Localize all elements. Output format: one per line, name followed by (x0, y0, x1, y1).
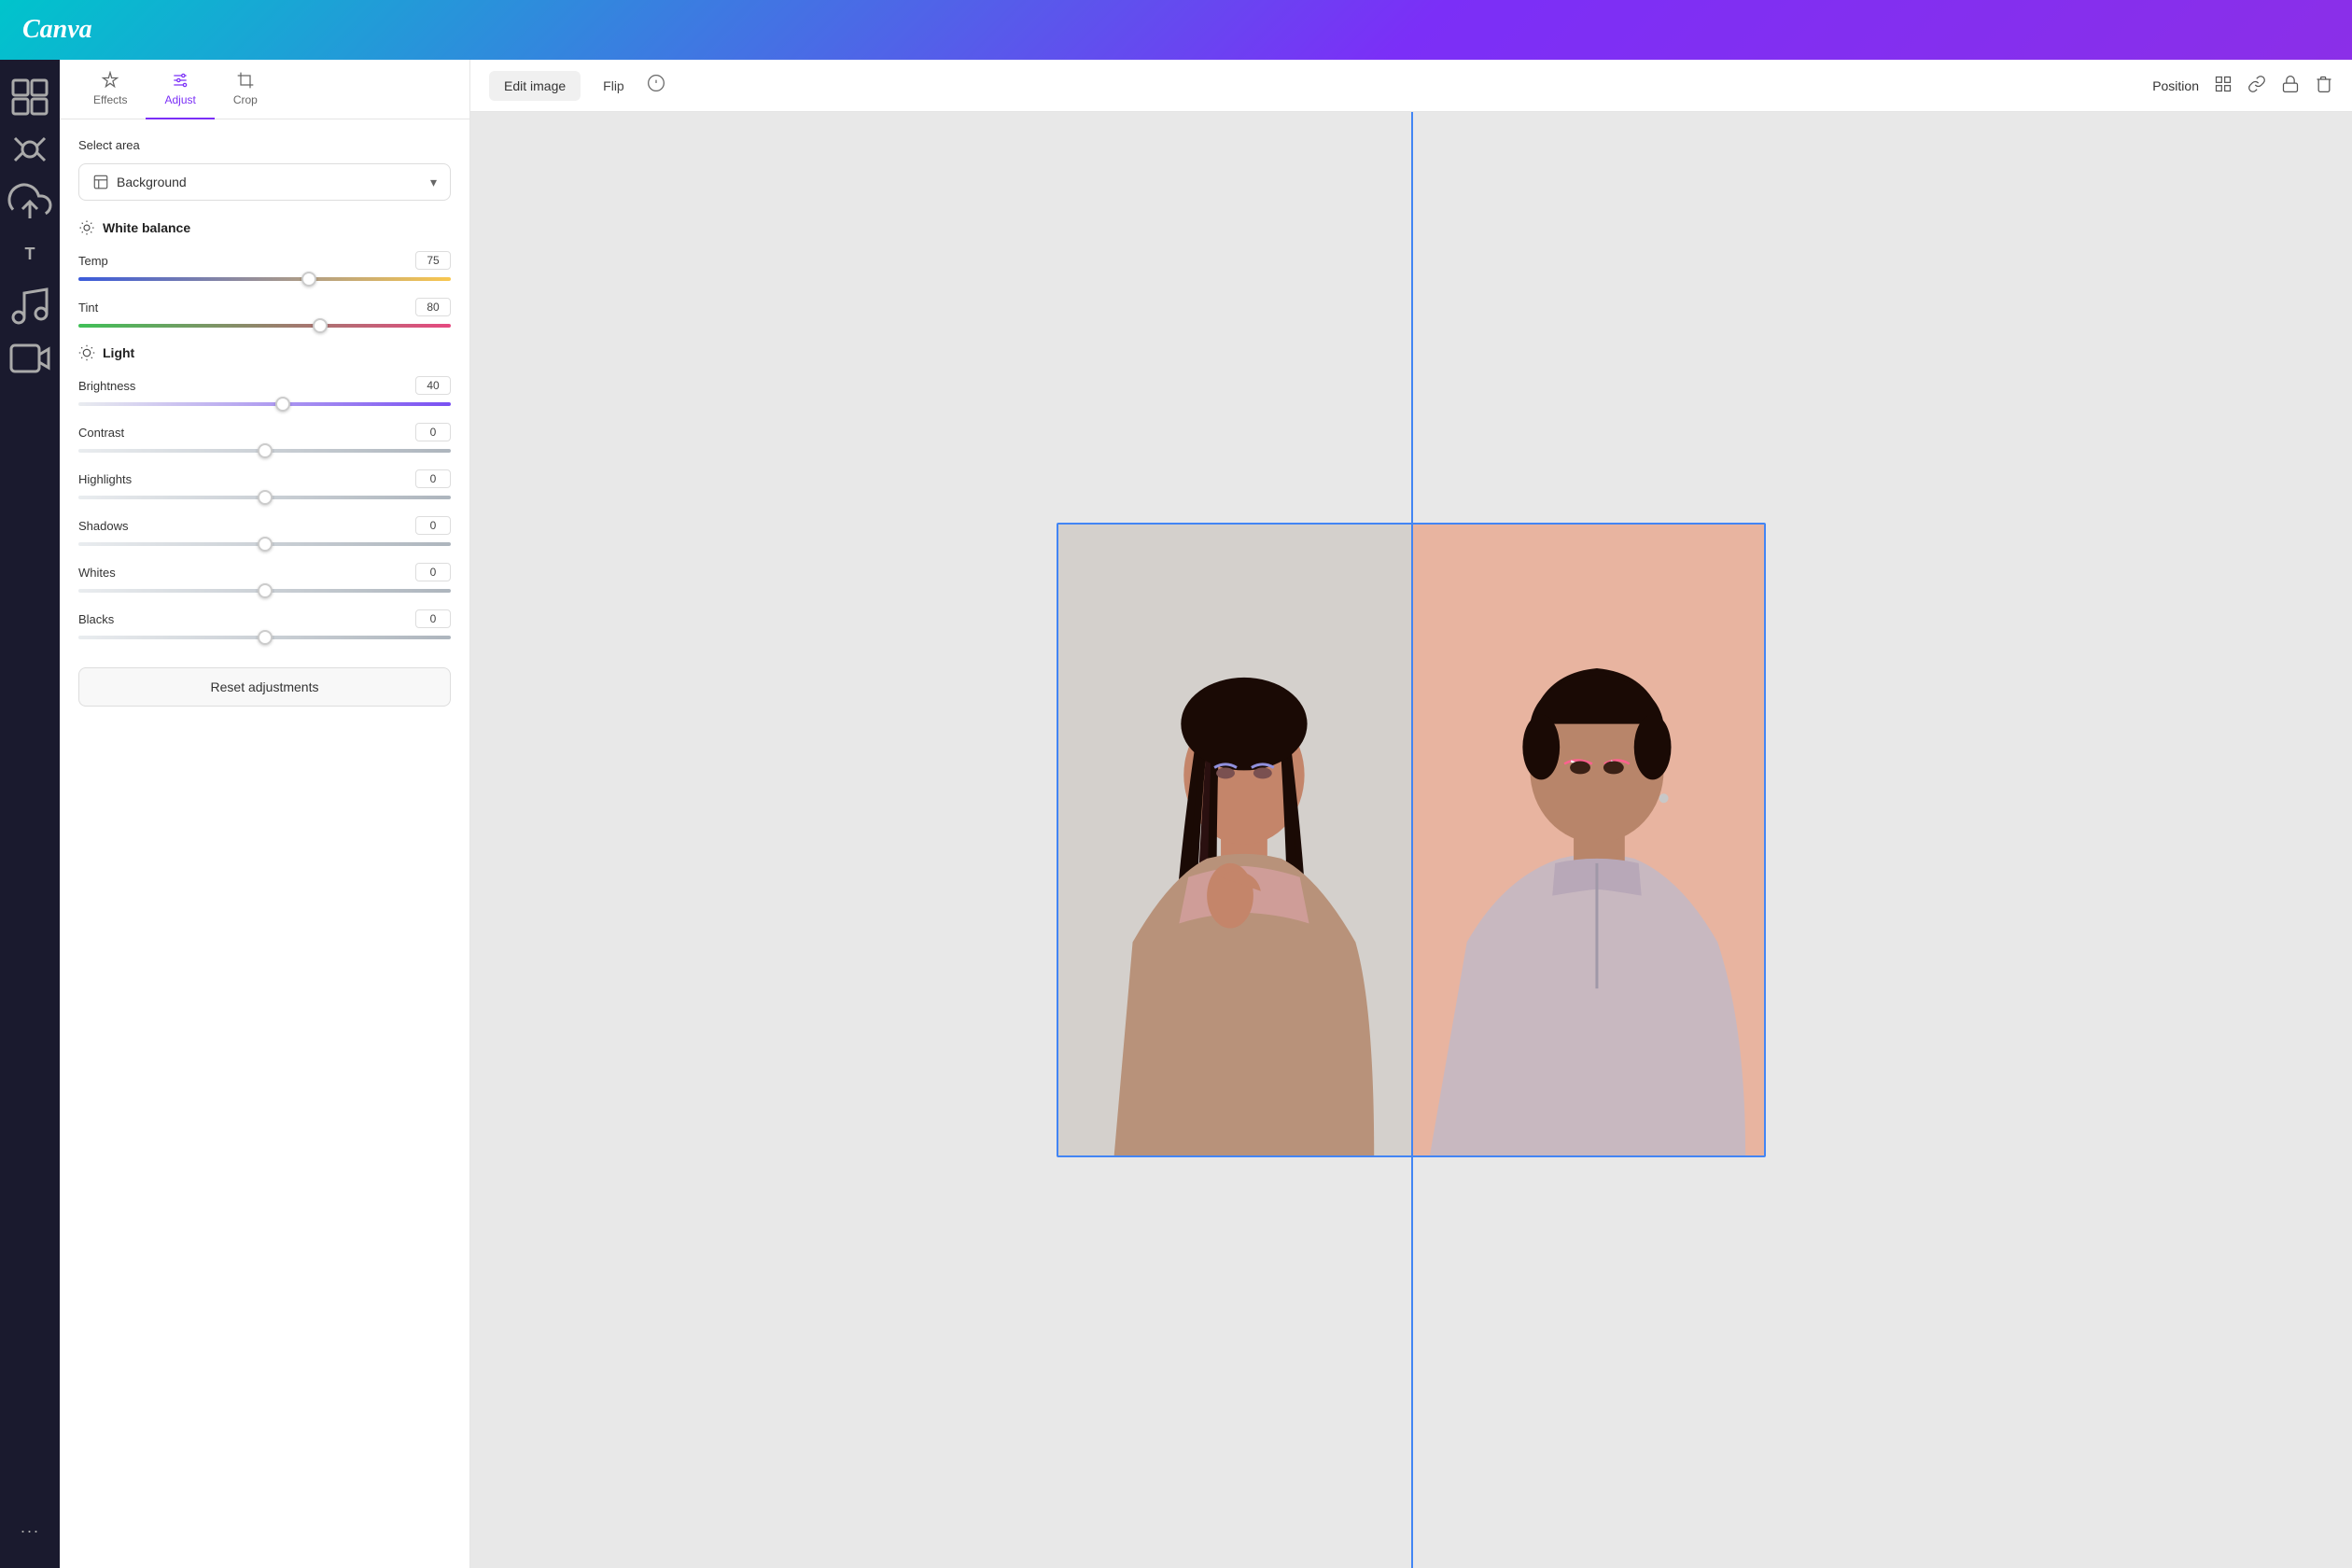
panel-content: Select area Background ▾ White balance T… (60, 119, 469, 1568)
highlights-slider-row: Highlights 0 (78, 469, 451, 499)
temp-slider[interactable] (78, 277, 451, 281)
whites-thumb[interactable] (258, 583, 273, 598)
highlights-value: 0 (415, 469, 451, 488)
temp-label: Temp (78, 254, 108, 268)
tab-bar: Effects Adjust Crop (60, 60, 469, 119)
canva-logo: Canva (22, 15, 92, 45)
contrast-thumb[interactable] (258, 443, 273, 458)
toolbar-right: Position (2152, 75, 2333, 96)
temp-slider-row: Temp 75 (78, 251, 451, 281)
link-icon[interactable] (2247, 75, 2266, 96)
grid-icon[interactable] (2214, 75, 2233, 96)
highlights-label: Highlights (78, 472, 132, 486)
blacks-label: Blacks (78, 612, 114, 626)
shadows-value: 0 (415, 516, 451, 535)
position-label: Position (2152, 78, 2199, 93)
image-left-panel (1058, 525, 1411, 1155)
shadows-label: Shadows (78, 519, 128, 533)
blacks-value: 0 (415, 609, 451, 628)
reset-adjustments-button[interactable]: Reset adjustments (78, 667, 451, 707)
light-heading: Light (78, 344, 451, 361)
sidebar-item-upload[interactable] (7, 179, 52, 224)
edit-image-button[interactable]: Edit image (489, 71, 581, 101)
shadows-thumb[interactable] (258, 537, 273, 552)
canvas-area (470, 112, 2352, 1568)
contrast-slider-row: Contrast 0 (78, 423, 451, 453)
sidebar-item-elements[interactable] (7, 127, 52, 172)
whites-slider-row: Whites 0 (78, 563, 451, 593)
image-right-panel (1411, 525, 1764, 1155)
contrast-label: Contrast (78, 426, 124, 440)
tab-crop[interactable]: Crop (215, 60, 276, 119)
main-layout: T ··· Effects Adjust Crop (0, 60, 2352, 1568)
whites-label: Whites (78, 566, 116, 580)
brightness-value: 40 (415, 376, 451, 395)
whites-value: 0 (415, 563, 451, 581)
blacks-slider[interactable] (78, 636, 451, 639)
lock-icon[interactable] (2281, 75, 2300, 96)
brightness-label: Brightness (78, 379, 135, 393)
blacks-slider-row: Blacks 0 (78, 609, 451, 639)
right-area: Edit image Flip Position (470, 60, 2352, 1568)
sidebar-item-video[interactable] (7, 336, 52, 381)
flip-button[interactable]: Flip (592, 71, 636, 101)
image-divider (1411, 523, 1413, 1157)
temp-value: 75 (415, 251, 451, 270)
shadows-slider[interactable] (78, 542, 451, 546)
tint-slider-row: Tint 80 (78, 298, 451, 328)
tab-adjust[interactable]: Adjust (146, 60, 214, 119)
sidebar-item-text[interactable]: T (7, 231, 52, 276)
white-balance-heading: White balance (78, 219, 451, 236)
brightness-slider-row: Brightness 40 (78, 376, 451, 406)
trash-icon[interactable] (2315, 75, 2333, 96)
shadows-slider-row: Shadows 0 (78, 516, 451, 546)
sidebar-item-more[interactable]: ··· (7, 1508, 52, 1553)
top-toolbar: Edit image Flip Position (470, 60, 2352, 112)
contrast-slider[interactable] (78, 449, 451, 453)
blacks-thumb[interactable] (258, 630, 273, 645)
brightness-slider[interactable] (78, 402, 451, 406)
highlights-thumb[interactable] (258, 490, 273, 505)
temp-thumb[interactable] (301, 272, 316, 287)
tint-label: Tint (78, 301, 98, 315)
side-panel: Effects Adjust Crop Select area Backgrou… (60, 60, 470, 1568)
tint-slider[interactable] (78, 324, 451, 328)
whites-slider[interactable] (78, 589, 451, 593)
sidebar-item-music[interactable] (7, 284, 52, 329)
header: Canva (0, 0, 2352, 60)
select-area-dropdown[interactable]: Background ▾ (78, 163, 451, 201)
tab-effects[interactable]: Effects (75, 60, 146, 119)
brightness-thumb[interactable] (275, 397, 290, 412)
tint-value: 80 (415, 298, 451, 316)
tint-thumb[interactable] (313, 318, 328, 333)
icon-bar: T ··· (0, 60, 60, 1568)
image-canvas (1057, 523, 1766, 1157)
select-area-label: Select area (78, 138, 451, 152)
sidebar-item-layout[interactable] (7, 75, 52, 119)
highlights-slider[interactable] (78, 496, 451, 499)
contrast-value: 0 (415, 423, 451, 441)
dropdown-chevron-icon: ▾ (430, 175, 437, 190)
info-icon[interactable] (647, 74, 665, 97)
